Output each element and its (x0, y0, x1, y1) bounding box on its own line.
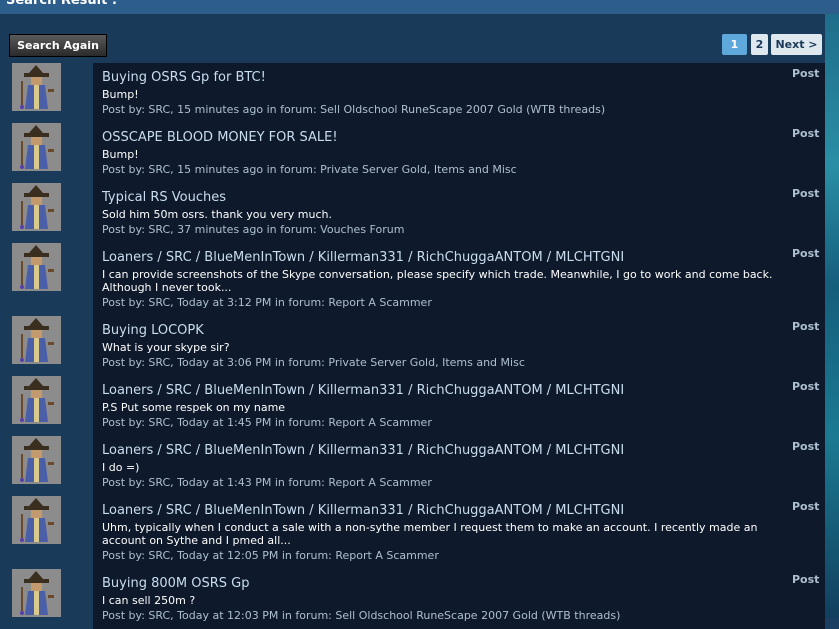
result-meta: Post by: SRC, Today at 12:05 PM in forum… (102, 549, 439, 562)
user-avatar[interactable] (12, 376, 61, 424)
result-row: Typical RS Vouches Sold him 50m osrs. tha… (0, 183, 825, 243)
result-title-link[interactable]: Loaners / SRC / BlueMenInTown / Killerma… (102, 250, 624, 265)
user-avatar[interactable] (12, 63, 61, 111)
result-snippet: I do =) (102, 461, 140, 474)
result-meta: Post by: SRC, Today at 3:12 PM in forum:… (102, 296, 432, 309)
user-avatar[interactable] (12, 183, 61, 231)
result-title-link[interactable]: Buying 800M OSRS Gp (102, 576, 249, 591)
result-row: Loaners / SRC / BlueMenInTown / Killerma… (0, 376, 825, 436)
user-avatar[interactable] (12, 243, 61, 291)
results-panel: Search Again 1 2 Next > Buying OSRS Gp f… (0, 14, 825, 629)
page-1-button[interactable]: 1 (722, 34, 747, 55)
content-type-label: Post (792, 380, 820, 393)
content-type-label: Post (792, 127, 820, 140)
page-2-button[interactable]: 2 (751, 34, 768, 55)
result-meta: Post by: SRC, Today at 3:06 PM in forum:… (102, 356, 525, 369)
result-title-link[interactable]: Loaners / SRC / BlueMenInTown / Killerma… (102, 503, 624, 518)
search-again-button[interactable]: Search Again (9, 34, 107, 57)
result-row: Buying OSRS Gp for BTC! Bump! Post by: SRC… (0, 63, 825, 123)
result-meta: Post by: SRC, Today at 1:45 PM in forum:… (102, 416, 432, 429)
result-row: Loaners / SRC / BlueMenInTown / Killerma… (0, 243, 825, 316)
result-title-link[interactable]: Buying LOCOPK (102, 323, 204, 338)
user-avatar[interactable] (12, 436, 61, 484)
result-snippet: Sold him 50m osrs. thank you very much. (102, 208, 332, 221)
content-type-label: Post (792, 440, 820, 453)
content-type-label: Post (792, 320, 820, 333)
result-row: Buying 800M OSRS Gp I can sell 250m ? Post… (0, 569, 825, 629)
result-snippet: I can provide screenshots of the Skype c… (102, 268, 773, 294)
background-art (825, 14, 839, 618)
result-snippet: P.S Put some respek on my name (102, 401, 286, 414)
results-list: Buying OSRS Gp for BTC! Bump! Post by: SRC… (0, 63, 825, 629)
result-meta: Post by: SRC, Today at 1:43 PM in forum:… (102, 476, 432, 489)
content-type-label: Post (792, 67, 820, 80)
page-title: Search Result : (6, 0, 118, 8)
content-type-label: Post (792, 500, 820, 513)
result-title-link[interactable]: Loaners / SRC / BlueMenInTown / Killerma… (102, 383, 624, 398)
result-snippet: Bump! (102, 148, 139, 161)
user-avatar[interactable] (12, 316, 61, 364)
content-type-label: Post (792, 247, 820, 260)
user-avatar[interactable] (12, 123, 61, 171)
result-row: Buying LOCOPK What is your skype sir? Post… (0, 316, 825, 376)
result-title-link[interactable]: OSSCAPE BLOOD MONEY FOR SALE! (102, 130, 338, 145)
result-row: Loaners / SRC / BlueMenInTown / Killerma… (0, 496, 825, 569)
result-title-link[interactable]: Loaners / SRC / BlueMenInTown / Killerma… (102, 443, 624, 458)
result-meta: Post by: SRC, 15 minutes ago in forum: S… (102, 103, 606, 116)
next-page-button[interactable]: Next > (771, 34, 822, 55)
result-row: OSSCAPE BLOOD MONEY FOR SALE! Bump! Post b… (0, 123, 825, 183)
result-meta: Post by: SRC, 15 minutes ago in forum: P… (102, 163, 517, 176)
result-snippet: Uhm, typically when I conduct a sale wit… (102, 521, 758, 547)
result-meta: Post by: SRC, 37 minutes ago in forum: V… (102, 223, 405, 236)
result-snippet: I can sell 250m ? (102, 594, 196, 607)
result-row: Loaners / SRC / BlueMenInTown / Killerma… (0, 436, 825, 496)
user-avatar[interactable] (12, 496, 61, 544)
result-snippet: What is your skype sir? (102, 341, 230, 354)
result-snippet: Bump! (102, 88, 139, 101)
section-header: Search Result : (0, 0, 839, 14)
result-meta: Post by: SRC, Today at 12:03 PM in forum… (102, 609, 621, 622)
content-type-label: Post (792, 187, 820, 200)
result-title-link[interactable]: Typical RS Vouches (102, 190, 226, 205)
content-type-label: Post (792, 573, 820, 586)
user-avatar[interactable] (12, 569, 61, 617)
result-title-link[interactable]: Buying OSRS Gp for BTC! (102, 70, 266, 85)
